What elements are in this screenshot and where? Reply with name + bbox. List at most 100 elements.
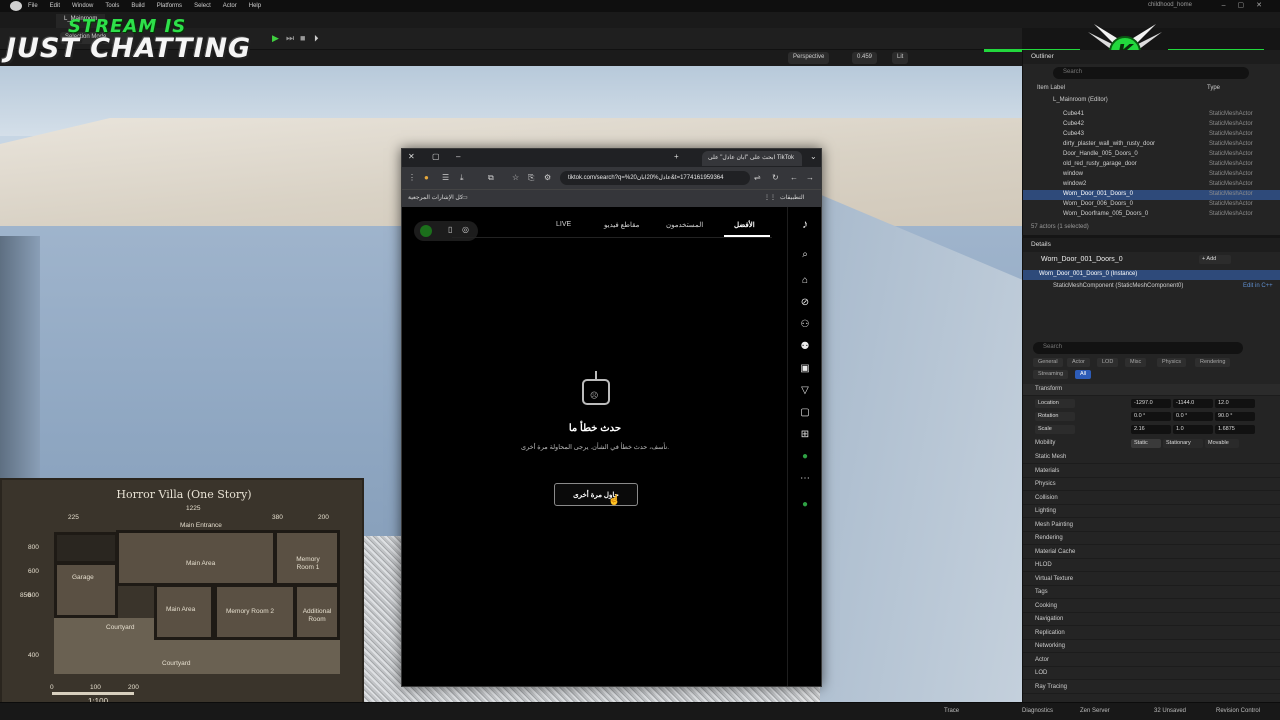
details-category[interactable]: Networking [1023,641,1280,653]
details-category[interactable]: Lighting [1023,506,1280,518]
tree-row[interactable]: Cube41 StaticMeshActor [1023,110,1280,120]
location-x[interactable]: -1297.0 [1131,399,1171,408]
step-icon[interactable]: ⏭ [286,33,294,44]
tree-row[interactable]: Worn_Door_006_Doors_0 StaticMeshActor [1023,200,1280,210]
add-component-button[interactable]: + Add [1199,255,1231,264]
rotation-z[interactable]: 90.0 ° [1215,412,1255,421]
tree-root[interactable]: L_Mainroom (Editor) [1023,96,1280,106]
mobility-movable[interactable]: Movable [1205,439,1239,448]
reload-icon[interactable]: ↻ [772,173,779,182]
details-category[interactable]: Materials [1023,466,1280,478]
scale-z[interactable]: 1.6875 [1215,425,1255,434]
share-icon[interactable]: ⎘ [528,173,534,183]
new-tab-icon[interactable]: + [674,152,679,161]
col-type[interactable]: Type [1207,85,1220,91]
tab-live[interactable]: LIVE [556,221,571,228]
details-category[interactable]: Physics [1023,479,1280,491]
following-icon[interactable]: ⚇ [798,319,812,330]
menu-select[interactable]: Select [194,3,211,9]
stop-icon[interactable]: ■ [300,33,305,43]
menu-help[interactable]: Help [249,3,261,9]
top-controls[interactable]: ▯ ◎ [414,221,478,241]
tree-row[interactable]: Cube42 StaticMeshActor [1023,120,1280,130]
tree-row-selected[interactable]: Worn_Door_001_Doors_0 StaticMeshActor [1023,190,1280,200]
screenshot-icon[interactable]: ⧉ [488,173,494,183]
perspective-button[interactable]: Perspective [788,52,830,64]
play-icon[interactable]: ▶ [272,33,279,44]
location-label[interactable]: Location [1035,399,1075,408]
tab-users[interactable]: المستخدمون [666,221,703,229]
transform-section[interactable]: Transform [1023,384,1280,396]
coin-icon[interactable]: ◎ [462,225,469,234]
menu-tools[interactable]: Tools [105,3,119,9]
scale-y[interactable]: 1.0 [1173,425,1213,434]
friends-icon[interactable]: ⚉ [798,341,812,352]
tab-top[interactable]: الأفضل [734,221,755,229]
home-icon[interactable]: ⌂ [798,275,812,286]
details-category[interactable]: Cooking [1023,601,1280,613]
menu-window[interactable]: Window [72,3,93,9]
launch-icon[interactable]: ⏵ [314,33,319,44]
profile-avatar-icon[interactable]: ● [798,451,812,462]
profile-icon[interactable]: ● [424,173,429,182]
revision-control-button[interactable]: Revision Control [1216,708,1260,714]
scale-label[interactable]: Scale [1035,425,1075,434]
browser-close-icon[interactable]: ✕ [408,152,415,161]
details-category[interactable]: Navigation [1023,614,1280,626]
menu-platforms[interactable]: Platforms [157,3,182,9]
component-row[interactable]: StaticMeshComponent (StaticMeshComponent… [1023,282,1280,292]
filter-misc[interactable]: Misc [1125,358,1147,367]
explore-icon[interactable]: ⊘ [798,297,812,308]
col-item-label[interactable]: Item Label [1037,85,1065,91]
filter-actor[interactable]: Actor [1067,358,1090,367]
details-category[interactable]: HLOD [1023,560,1280,572]
mobility-stationary[interactable]: Stationary [1163,439,1203,448]
rotation-label[interactable]: Rotation [1035,412,1075,421]
filter-physics[interactable]: Physics [1157,358,1186,367]
unsaved-button[interactable]: 32 Unsaved [1154,708,1186,714]
tree-row[interactable]: window StaticMeshActor [1023,170,1280,180]
menu-file[interactable]: File [28,3,38,9]
browser-tab[interactable]: ابحث على "ابان عادل" على TikTok [702,151,802,166]
tiktok-logo-icon[interactable]: ♪ [798,217,812,231]
filter-rendering[interactable]: Rendering [1195,358,1231,367]
filter-lod[interactable]: LOD [1097,358,1119,367]
tree-row[interactable]: dirty_plaster_wall_with_rusty_door Static… [1023,140,1280,150]
tree-row[interactable]: Worn_Doorframe_005_Doors_0 StaticMeshActo… [1023,210,1280,220]
avatar[interactable] [420,225,432,237]
details-category[interactable]: Ray Tracing [1023,682,1280,694]
account-icon[interactable]: ● [798,499,812,510]
extensions-icon[interactable]: ☰ [442,173,449,182]
instance-row[interactable]: Worn_Door_001_Doors_0 (Instance) [1023,270,1280,280]
tree-row[interactable]: window2 StaticMeshActor [1023,180,1280,190]
details-category[interactable]: Virtual Texture [1023,574,1280,586]
address-bar[interactable]: tiktok.com/search?q=%20عادل%20ابان&t=177… [560,171,750,185]
browser-menu-icon[interactable]: ⋮ [408,173,416,182]
details-category[interactable]: Collision [1023,493,1280,505]
mobility-static[interactable]: Static [1131,439,1161,448]
all-bookmarks-link[interactable]: كل الإشارات المرجعية [408,194,463,201]
create-icon[interactable]: ⊞ [798,429,812,440]
fov-field[interactable]: 0.459 [852,52,878,64]
forward-icon[interactable]: ← [790,173,798,182]
apps-link[interactable]: التطبيقات [780,194,804,201]
details-category[interactable]: Replication [1023,628,1280,640]
details-category[interactable]: Actor [1023,655,1280,667]
download-icon[interactable]: ⤓ [460,173,464,183]
diagnostics-button[interactable]: Diagnostics [1022,708,1053,714]
search-icon[interactable]: ⌕ [798,249,812,260]
site-info-icon[interactable]: ⚙ [544,173,551,182]
upload-icon[interactable]: ▽ [798,385,812,396]
trace-button[interactable]: Trace [944,708,959,714]
location-z[interactable]: 12.0 [1215,399,1255,408]
back-icon[interactable]: → [806,173,814,182]
browser-maximize-icon[interactable]: ▢ [432,152,440,161]
filter-streaming[interactable]: Streaming [1033,370,1069,379]
location-y[interactable]: -1144.0 [1173,399,1213,408]
tree-row[interactable]: old_red_rusty_garage_door StaticMeshActor [1023,160,1280,170]
unreal-logo-icon[interactable] [10,1,22,11]
rotation-x[interactable]: 0.0 ° [1131,412,1171,421]
filter-general[interactable]: General [1033,358,1063,367]
details-category[interactable]: Tags [1023,587,1280,599]
lit-button[interactable]: Lit [892,52,909,64]
